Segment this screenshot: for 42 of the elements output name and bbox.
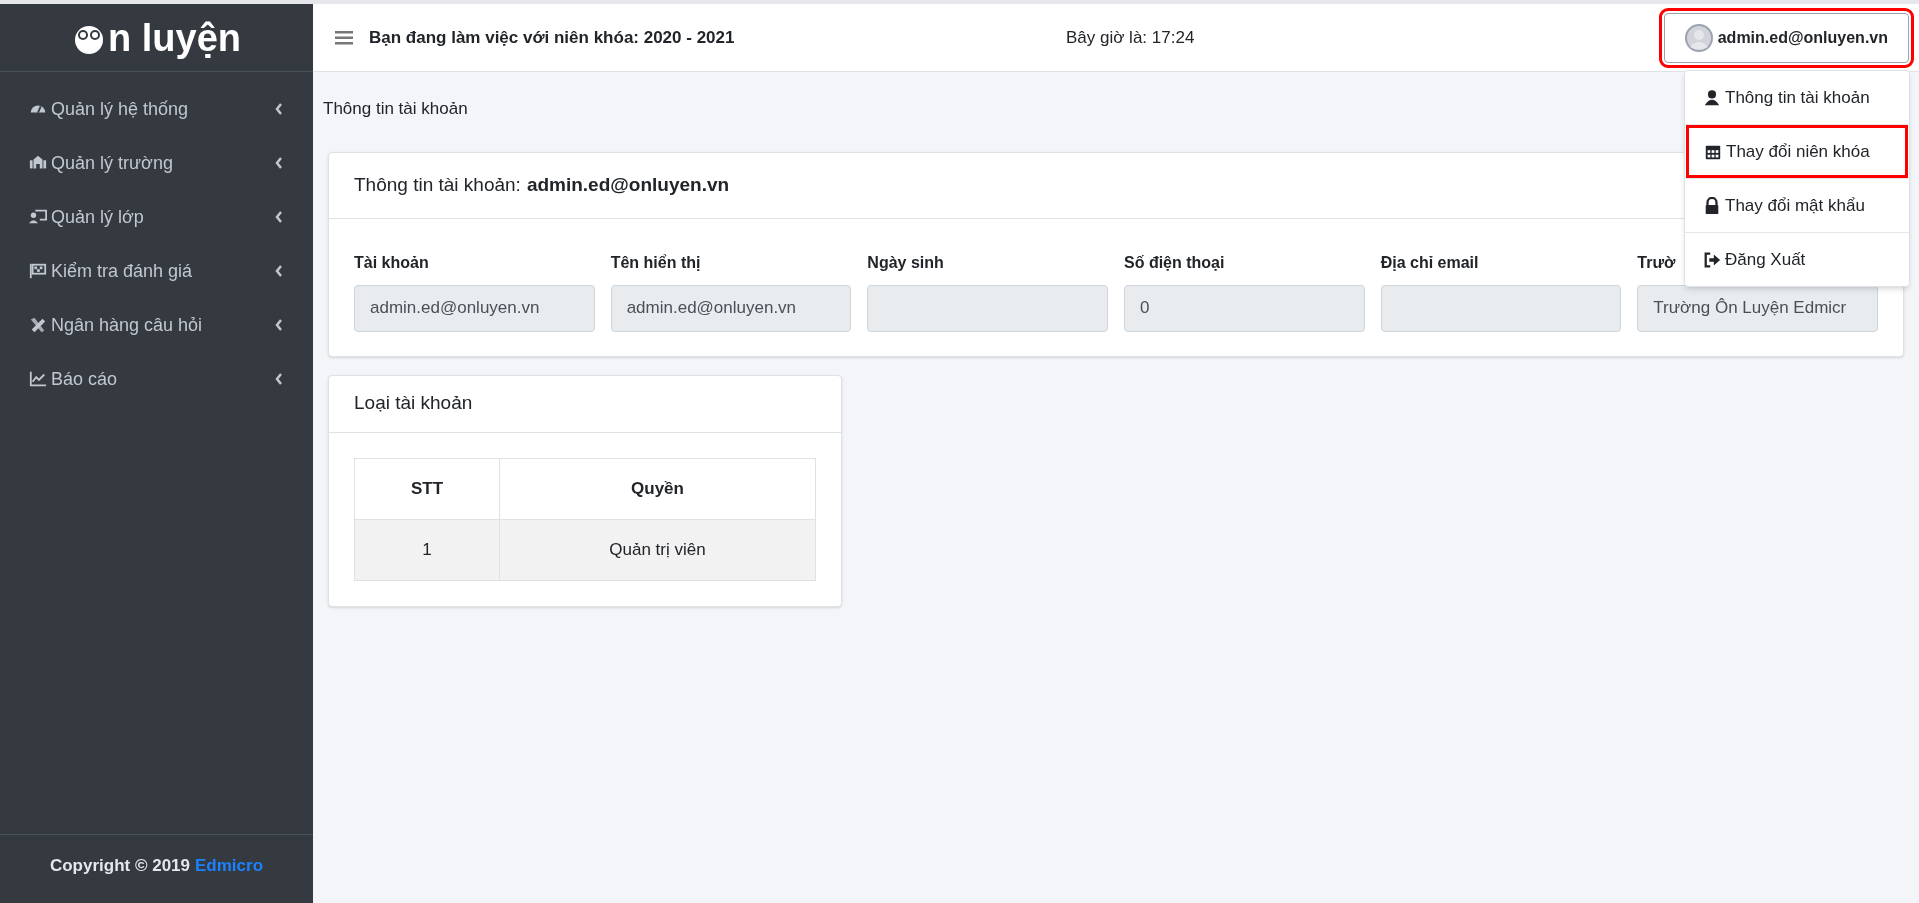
card-title: Thông tin tài khoản: <box>354 172 521 197</box>
school-year-text: Bạn đang làm việc với niên khóa: 2020 - 2021 <box>369 26 736 49</box>
field-label: Ngày sinh <box>867 252 944 271</box>
table-cell: Quản trị viên <box>499 519 816 580</box>
copyright-text: Copyright © 2019 <box>49 855 190 878</box>
chevron-left-icon <box>275 211 283 223</box>
field-label: Số điện thoại <box>1124 252 1225 271</box>
dropdown-menu-item[interactable]: Đăng Xuất <box>1685 233 1909 286</box>
lock-icon <box>1703 196 1721 215</box>
field-label: Tài khoản <box>354 252 429 271</box>
account-name-text: admin.ed@onluyen.vn <box>526 172 730 197</box>
field-label: Tên hiển thị <box>610 252 701 271</box>
breadcrumb-text: Thông tin tài khoản <box>323 98 468 120</box>
dropdown-menu-item[interactable]: Thay đổi mật khẩu <box>1685 179 1909 232</box>
field-label: Địa chỉ email <box>1380 252 1479 271</box>
sidebar-menu-item[interactable]: Báo cáo <box>0 352 313 406</box>
line-chart-icon <box>29 370 47 388</box>
sidebar-menu-item[interactable]: Quản lý hệ thống <box>0 82 313 136</box>
chevron-left-icon <box>275 319 283 331</box>
field-label: Trườ <box>1637 252 1676 271</box>
sign-out-icon <box>1703 250 1721 269</box>
chevron-left-icon <box>275 157 283 169</box>
table-cell: 1 <box>354 519 500 580</box>
menu-icon[interactable] <box>335 30 353 45</box>
clock-text: Bây giờ là: 17:24 <box>1066 26 1195 49</box>
checkered-flag-icon <box>29 262 47 280</box>
dropdown-menu-item[interactable]: Thông tin tài khoản <box>1685 71 1909 124</box>
chevron-left-icon <box>275 265 283 277</box>
avatar-icon <box>1684 23 1713 52</box>
sidebar-menu-item[interactable]: Ngân hàng câu hỏi <box>0 298 313 352</box>
person-board-icon <box>29 208 47 226</box>
sidebar-menu-item[interactable]: Quản lý lớp <box>0 190 313 244</box>
sidebar-menu-item[interactable]: Kiểm tra đánh giá <box>0 244 313 298</box>
chevron-left-icon <box>275 373 283 385</box>
sidebar-menu-item[interactable]: Quản lý trường <box>0 136 313 190</box>
logo-text: n luyện <box>108 18 241 57</box>
column-header: Quyền <box>499 458 816 519</box>
user-icon <box>1703 88 1721 107</box>
dropdown-menu-item[interactable]: Thay đổi niên khóa <box>1686 125 1908 178</box>
column-header: STT <box>354 458 500 519</box>
chevron-left-icon <box>275 103 283 115</box>
card-title: Loại tài khoản <box>354 391 473 416</box>
